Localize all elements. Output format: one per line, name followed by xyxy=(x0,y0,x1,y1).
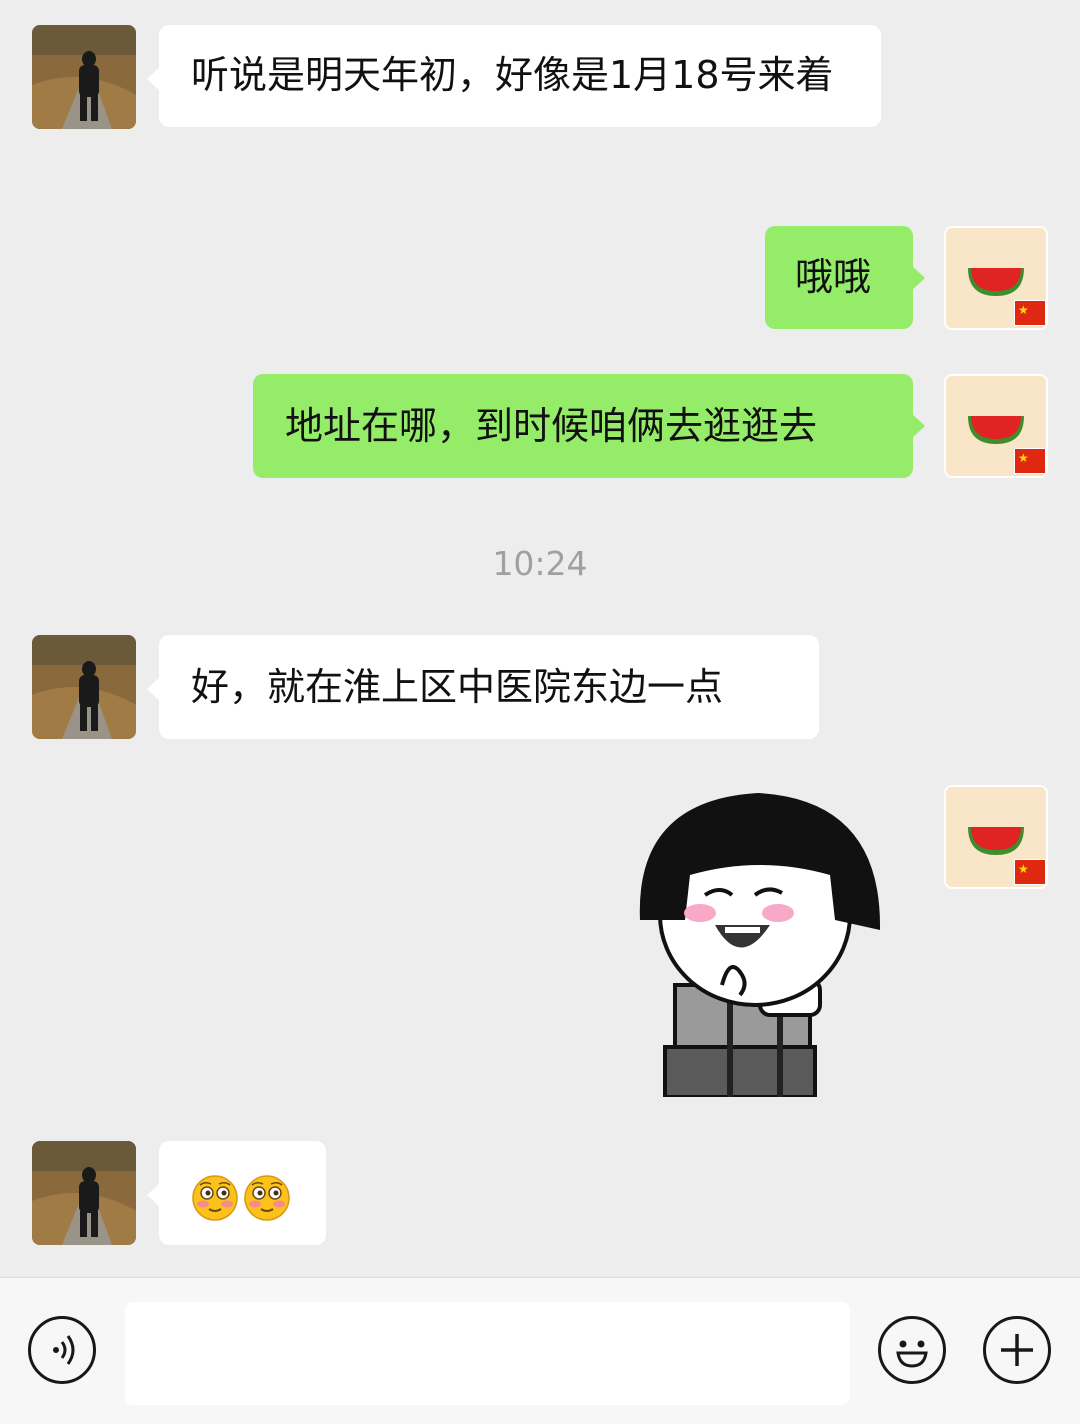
contact-avatar[interactable] xyxy=(32,635,136,739)
input-bar xyxy=(0,1277,1080,1424)
laughing-bowl-cut-meme-sticker xyxy=(639,793,881,1099)
message-input[interactable] xyxy=(125,1302,850,1405)
message-bubble[interactable]: 地址在哪，到时候咱俩去逛逛去 xyxy=(253,374,925,478)
chat-area[interactable]: 听说是明天年初，好像是1月18号来着 哦哦 ★ 地址在哪，到时候咱俩去逛逛去 ★… xyxy=(0,0,1080,1277)
emoji-button[interactable] xyxy=(878,1316,946,1384)
china-flag-icon: ★ xyxy=(1014,300,1046,326)
emoji-icon xyxy=(896,1340,928,1368)
contact-avatar[interactable] xyxy=(32,1141,136,1245)
message-bubble[interactable]: 听说是明天年初，好像是1月18号来着 xyxy=(147,25,881,127)
message-bubble[interactable]: 好，就在淮上区中医院东边一点 xyxy=(147,635,819,739)
sticker-message[interactable] xyxy=(630,785,890,1099)
contact-avatar[interactable] xyxy=(32,25,136,129)
flushed-emoji-icon xyxy=(244,1174,290,1221)
message-text: 哦哦 xyxy=(795,255,872,299)
message-bubble[interactable] xyxy=(147,1141,326,1245)
plus-icon xyxy=(1001,1334,1033,1366)
voice-icon xyxy=(53,1335,75,1365)
my-avatar[interactable]: ★ xyxy=(944,785,1048,889)
china-flag-icon: ★ xyxy=(1014,448,1046,474)
message-text: 地址在哪，到时候咱俩去逛逛去 xyxy=(285,404,818,448)
my-avatar[interactable]: ★ xyxy=(944,374,1048,478)
message-timestamp: 10:24 xyxy=(492,544,588,583)
flushed-emoji-icon xyxy=(192,1174,238,1221)
message-text: 好，就在淮上区中医院东边一点 xyxy=(191,665,724,709)
my-avatar[interactable]: ★ xyxy=(944,226,1048,330)
message-text: 听说是明天年初，好像是1月18号来着 xyxy=(191,53,834,97)
message-bubble[interactable]: 哦哦 xyxy=(765,226,925,329)
voice-button[interactable] xyxy=(28,1316,96,1384)
more-button[interactable] xyxy=(983,1316,1051,1384)
china-flag-icon: ★ xyxy=(1014,859,1046,885)
